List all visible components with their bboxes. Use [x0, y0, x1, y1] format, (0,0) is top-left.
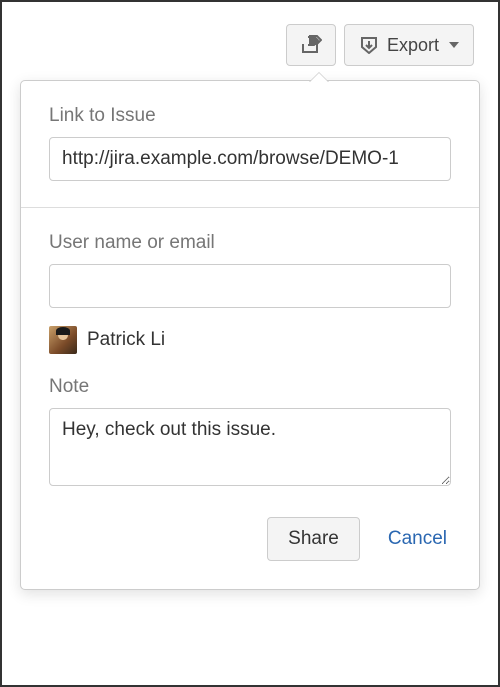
share-icon	[300, 35, 322, 55]
export-icon	[359, 36, 379, 54]
avatar	[49, 326, 77, 354]
selected-user-name: Patrick Li	[87, 329, 165, 351]
share-form-section: User name or email Patrick Li Note	[21, 208, 479, 517]
user-name-input[interactable]	[49, 264, 451, 308]
user-field-label: User name or email	[49, 232, 451, 254]
popup-arrow	[309, 72, 329, 82]
note-textarea[interactable]	[49, 408, 451, 486]
cancel-button[interactable]: Cancel	[384, 518, 451, 560]
note-block: Note	[49, 376, 451, 491]
selected-user-row[interactable]: Patrick Li	[49, 326, 451, 354]
note-label: Note	[49, 376, 451, 398]
toolbar: Export	[286, 24, 474, 66]
popup-actions: Share Cancel	[21, 517, 479, 589]
link-to-issue-label: Link to Issue	[49, 105, 451, 127]
link-to-issue-input[interactable]	[49, 137, 451, 181]
share-button[interactable]: Share	[267, 517, 360, 561]
share-toolbar-button[interactable]	[286, 24, 336, 66]
link-section: Link to Issue	[21, 81, 479, 208]
export-button[interactable]: Export	[344, 24, 474, 66]
chevron-down-icon	[449, 42, 459, 48]
export-label: Export	[387, 35, 439, 56]
share-popup: Link to Issue User name or email Patrick…	[20, 80, 480, 590]
